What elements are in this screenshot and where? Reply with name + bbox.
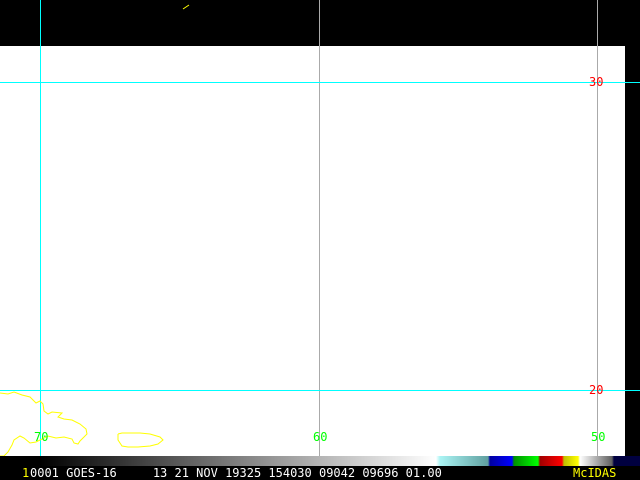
coastline-fragment: [182, 4, 190, 10]
latitude-label-30: 30: [589, 75, 604, 89]
latitude-label-20: 20: [589, 383, 604, 397]
coastline-overlay: [0, 4, 190, 457]
color-enhancement-bar: [0, 456, 640, 466]
coastline-hispaniola: [0, 391, 88, 457]
image-info: 0001 GOES-16 13 21 NOV 19325 154030 0904…: [30, 466, 442, 480]
mcidas-brand: McIDAS: [573, 466, 617, 480]
coastline-puerto-rico: [117, 432, 164, 448]
longitude-label-70: 70: [34, 430, 49, 444]
longitude-label-60: 60: [313, 430, 328, 444]
longitude-label-50: 50: [591, 430, 606, 444]
frame-number: 1: [22, 466, 30, 480]
status-bar: 1 0001 GOES-16 13 21 NOV 19325 154030 090…: [0, 466, 640, 480]
satellite-display: 30 20 70 60 50 1 0001 GOES-16 13 21 NOV 1…: [0, 0, 640, 480]
